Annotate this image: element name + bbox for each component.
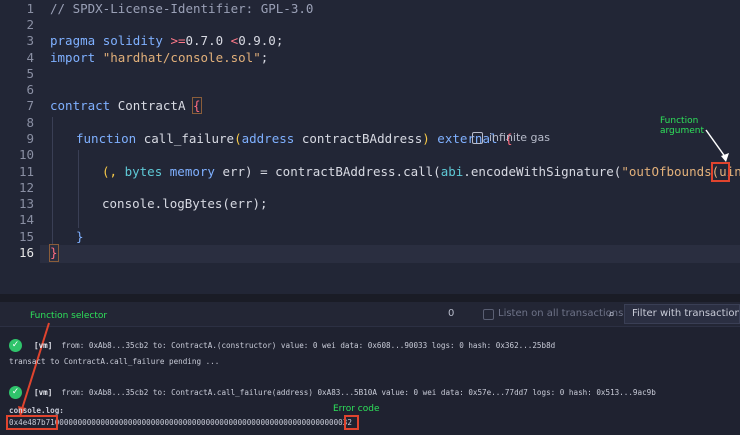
code-line-log: console.logBytes(err);	[102, 196, 268, 211]
paren: (,	[102, 164, 118, 179]
log-entry[interactable]: [vm] from: 0xAb8...35cb2 to: ContractA.c…	[34, 388, 656, 398]
terminal-toolbar: 0 Listen on all transactions ⌕ Filter wi…	[0, 302, 740, 327]
keyword: pragma	[50, 33, 96, 48]
code-line-close-fn: }	[76, 229, 84, 244]
keyword: contract	[50, 98, 111, 113]
pending-tx-count: 0	[448, 308, 455, 319]
function-name: call_failure	[143, 131, 235, 146]
annotation-error-code: Error code	[333, 404, 380, 414]
keyword: memory	[169, 164, 215, 179]
code-line-close-contract: }	[49, 244, 59, 262]
line-number: 1	[26, 1, 34, 16]
variable: err)	[222, 164, 253, 179]
punctuation: ;	[260, 50, 269, 65]
highlight-box-selector	[6, 415, 58, 430]
line-number: 5	[26, 66, 34, 81]
code-editor[interactable]: 1 2 3 4 5 6 7 8 9 10 11 12 13 14 15 16 /…	[0, 0, 740, 294]
gas-estimate: infinite gas	[472, 131, 550, 144]
line-number: 12	[18, 180, 34, 195]
panel-resizer[interactable]	[0, 294, 740, 302]
keyword: abi	[440, 164, 464, 179]
contract-name: ContractA	[117, 98, 186, 113]
paren: (	[234, 131, 242, 146]
line-number: 9	[26, 131, 34, 146]
code-line-function: function call_failure(address contractBA…	[76, 131, 513, 147]
expression: = contractBAddress.call(	[252, 164, 441, 179]
code-line-pragma: pragma solidity >=0.7.0 <0.9.0;	[50, 33, 283, 49]
listen-checkbox[interactable]	[483, 309, 494, 320]
parameter: contractBAddress	[301, 131, 423, 146]
annotation-function-selector: Function selector	[30, 311, 108, 321]
highlight-box-error-code	[344, 415, 359, 430]
keyword: function	[76, 131, 137, 146]
code-line-contract: contract ContractA {	[50, 97, 202, 114]
filter-input[interactable]: Filter with transaction hash or address	[624, 304, 740, 324]
indent-guide	[52, 117, 53, 245]
keyword: import	[50, 50, 96, 65]
line-number: 4	[26, 50, 34, 65]
indent-guide	[78, 150, 79, 228]
line-number: 11	[18, 164, 34, 179]
line-number-gutter: 1 2 3 4 5 6 7 8 9 10 11 12 13 14 15 16	[0, 0, 40, 294]
keyword: solidity	[102, 33, 163, 48]
code-line-license: // SPDX-License-Identifier: GPL-3.0	[50, 1, 314, 16]
success-check-icon: ✓	[9, 386, 22, 399]
code-line-import: import "hardhat/console.sol";	[50, 50, 268, 66]
log-entry[interactable]: [vm] from: 0xAb8...35cb2 to: ContractA.(…	[34, 341, 555, 351]
line-number: 16	[18, 245, 34, 260]
paren: )	[422, 131, 430, 146]
gas-label: infinite gas	[489, 131, 551, 144]
log-pending: transact to ContractA.call_failure pendi…	[9, 357, 220, 366]
line-number: 7	[26, 98, 34, 113]
line-number: 3	[26, 33, 34, 48]
terminal-output: Function selector ✓ [vm] from: 0xAb8...3…	[0, 311, 740, 435]
string-literal: "hardhat/console.sol"	[102, 50, 261, 65]
operator: >=	[170, 33, 186, 48]
code-line-call: (, bytes memory err) = contractBAddress.…	[102, 164, 740, 180]
log-text: from: 0xAb8...35cb2 to: ContractA.(const…	[61, 341, 556, 350]
log-text: from: 0xAb8...35cb2 to: ContractA.call_f…	[61, 388, 656, 397]
console-log-bytes: 0x4e487b71000000000000000000000000000000…	[9, 418, 352, 428]
line-number: 13	[18, 196, 34, 211]
highlight-box-argument	[711, 162, 730, 182]
brace: {	[192, 97, 202, 114]
line-number: 8	[26, 115, 34, 130]
line-number: 6	[26, 82, 34, 97]
active-line-highlight	[40, 245, 740, 263]
line-number: 2	[26, 17, 34, 32]
version: 0.7.0	[185, 33, 224, 48]
type: bytes	[124, 164, 163, 179]
version: 0.9.0;	[238, 33, 284, 48]
line-number: 14	[18, 212, 34, 227]
gas-pump-icon	[472, 132, 483, 144]
keyword: address	[241, 131, 295, 146]
line-number: 15	[18, 229, 34, 244]
padding-zeros: 0000000000000000000000000000000000000000…	[54, 418, 343, 427]
success-check-icon: ✓	[9, 339, 22, 352]
line-number: 10	[18, 147, 34, 162]
search-icon[interactable]: ⌕	[608, 308, 615, 321]
log-tag: [vm]	[34, 388, 53, 397]
log-tag: [vm]	[34, 341, 53, 350]
method-call: .encodeWithSignature(	[463, 164, 622, 179]
listen-label: Listen on all transactions	[498, 308, 624, 319]
